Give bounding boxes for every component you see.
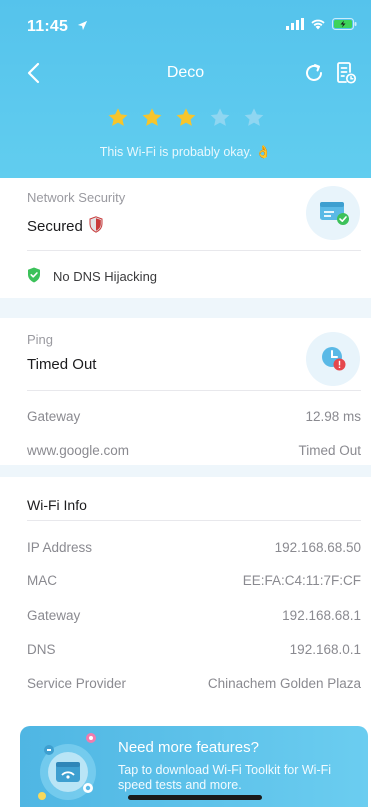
star-filled-icon	[108, 108, 127, 126]
network-security-label: Network Security	[27, 190, 126, 205]
wifi-row-dns: DNS 192.168.0.1	[27, 642, 361, 657]
green-shield-check-icon	[27, 267, 41, 286]
toolkit-illustration-icon	[38, 733, 96, 800]
divider	[27, 250, 361, 251]
ping-row-value: Timed Out	[298, 443, 361, 458]
dns-check-item: No DNS Hijacking	[27, 267, 157, 286]
report-button[interactable]	[333, 60, 359, 86]
wifi-row-value: 192.168.68.50	[274, 540, 361, 555]
status-time: 11:45	[27, 18, 88, 36]
refresh-button[interactable]	[301, 60, 327, 86]
banner-text: Tap to download Wi-Fi Toolkit for Wi-Fi …	[118, 763, 332, 792]
report-history-icon	[337, 62, 357, 84]
wifi-row-name: Service Provider	[27, 676, 127, 691]
star-rating	[0, 107, 371, 129]
wifi-row-value: EE:FA:C4:11:7F:CF	[242, 573, 361, 588]
star-empty-icon	[210, 108, 229, 126]
ping-row-google: www.google.com Timed Out	[27, 443, 361, 458]
divider	[27, 520, 361, 521]
dns-check-text: No DNS Hijacking	[53, 269, 158, 284]
star-filled-icon	[176, 108, 195, 126]
status-time-text: 11:45	[27, 18, 69, 35]
ping-row-value: 12.98 ms	[305, 409, 361, 424]
ping-timeout-icon	[306, 332, 360, 386]
refresh-icon	[306, 64, 322, 81]
ping-status: Timed Out	[27, 356, 97, 373]
wifi-row-provider: Service Provider Chinachem Golden Plaza	[27, 676, 361, 691]
wifi-row-value: Chinachem Golden Plaza	[207, 676, 361, 691]
status-icons	[286, 17, 357, 35]
wifi-icon	[310, 17, 326, 35]
divider	[27, 390, 361, 391]
wifi-row-name: MAC	[27, 573, 57, 588]
security-status: Secured	[27, 216, 103, 237]
nav-bar: Deco	[0, 54, 371, 92]
wifi-row-value: 192.168.68.1	[282, 608, 361, 623]
wifi-row-ip: IP Address 192.168.68.50	[27, 540, 361, 555]
wifi-row-mac: MAC EE:FA:C4:11:7F:CF	[27, 573, 361, 588]
location-arrow-icon	[77, 18, 88, 36]
banner-title: Need more features?	[118, 739, 259, 756]
wifi-info-title: Wi-Fi Info	[27, 497, 87, 513]
section-gap	[0, 298, 371, 318]
ping-label: Ping	[27, 332, 54, 347]
wifi-row-value: 192.168.0.1	[289, 642, 361, 657]
section-gap	[0, 465, 371, 477]
home-indicator[interactable]	[128, 795, 262, 800]
cellular-signal-icon	[286, 17, 304, 35]
wifi-row-name: DNS	[27, 642, 56, 657]
network-security-card: Network Security Secured No DNS Hijackin…	[0, 178, 371, 298]
wifi-row-name: Gateway	[27, 608, 81, 623]
rating-text: This Wi-Fi is probably okay. 👌	[99, 145, 272, 159]
battery-icon	[332, 17, 357, 35]
wifi-row-name: IP Address	[27, 540, 93, 555]
header: 11:45 Deco This Wi-Fi is probably okay. …	[0, 0, 371, 178]
secure-browser-icon	[306, 186, 360, 240]
wifi-info-card: Wi-Fi Info IP Address 192.168.68.50 MAC …	[0, 477, 371, 707]
security-status-value: Secured	[27, 218, 83, 235]
ping-row-gateway: Gateway 12.98 ms	[27, 409, 361, 424]
status-bar: 11:45	[0, 0, 371, 44]
ping-row-name: Gateway	[27, 409, 81, 424]
wifi-row-gateway: Gateway 192.168.68.1	[27, 608, 361, 623]
ping-row-name: www.google.com	[27, 443, 130, 458]
ping-card: Ping Timed Out Gateway 12.98 ms www.goog…	[0, 318, 371, 465]
shield-icon	[89, 216, 103, 237]
star-empty-icon	[244, 108, 263, 126]
star-filled-icon	[142, 108, 161, 126]
